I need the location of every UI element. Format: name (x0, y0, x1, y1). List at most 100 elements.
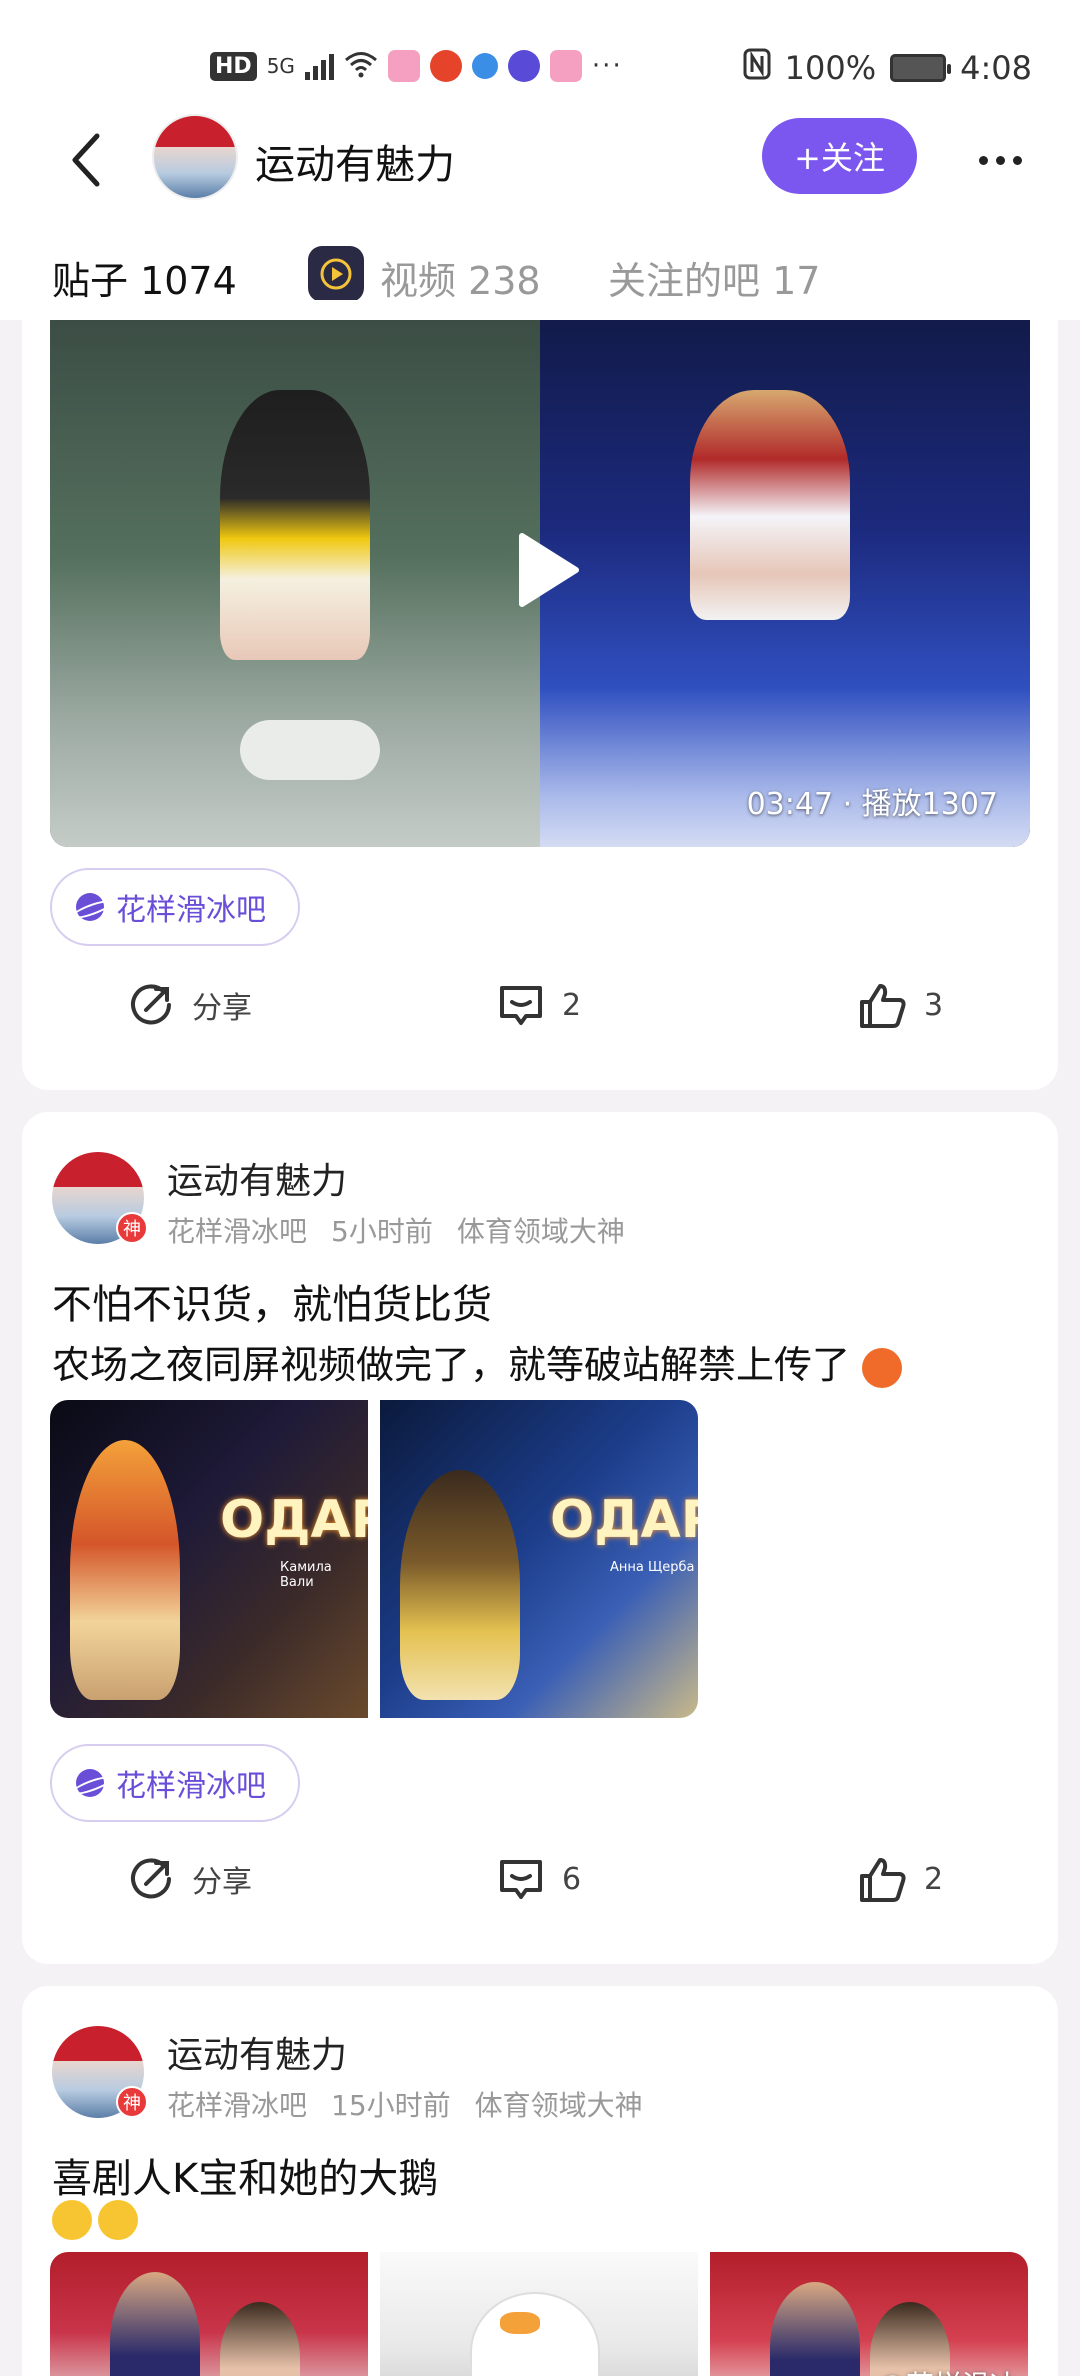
network-type: 5G (266, 54, 295, 78)
shy-emoji-icon (52, 2200, 92, 2240)
thumbs-up-icon (860, 984, 906, 1028)
person-figure (220, 2302, 300, 2376)
profile-avatar[interactable] (152, 114, 238, 200)
god-badge: 神 (116, 2086, 148, 2118)
clock: 4:08 (960, 49, 1032, 87)
post-meta: 花样滑冰吧 15小时前 体育领域大神 (167, 2084, 643, 2124)
dot (978, 155, 988, 165)
play-icon[interactable] (512, 530, 582, 610)
post-image-2[interactable] (380, 2252, 698, 2376)
bar-tag-label: 花样滑冰吧 (116, 1769, 266, 1804)
post-body-text: 农场之夜同屏视频做完了，就等破站解禁上传了 (52, 1343, 851, 1387)
post-title: 喜剧人K宝和她的大鹅 (52, 2156, 439, 2202)
share-button[interactable]: 分享 (126, 1854, 252, 1904)
post-title: 不怕不识货，就怕货比货 (52, 1282, 492, 1328)
poster-word: ОДАР (220, 1490, 368, 1550)
profile-name: 运动有魅力 (255, 142, 455, 188)
hd-icon: HD (210, 51, 257, 81)
post-image-2[interactable]: ОДАР Анна Щерба (380, 1400, 698, 1718)
dot (1012, 155, 1022, 165)
author-name[interactable]: 运动有魅力 (167, 2026, 347, 2078)
like-button[interactable]: 2 (858, 1854, 943, 1904)
poster-word: ОДАР (550, 1490, 698, 1550)
like-count: 3 (924, 987, 944, 1023)
tab-posts[interactable]: 贴子 1074 (52, 250, 237, 305)
wifi-icon (344, 50, 378, 82)
person-figure (110, 2272, 200, 2376)
post-bar-name[interactable]: 花样滑冰吧 (167, 1210, 307, 1250)
post-emojis (52, 2200, 144, 2244)
god-badge: 神 (116, 1212, 148, 1244)
video-frame-left (50, 320, 540, 847)
tieba-app-icon (507, 50, 540, 82)
bar-tag[interactable]: 花样滑冰吧 (50, 868, 300, 946)
dancer-figure (70, 1440, 180, 1700)
comment-button[interactable]: 2 (496, 980, 581, 1030)
comment-button[interactable]: 6 (496, 1854, 581, 1904)
share-label: 分享 (192, 1865, 252, 1900)
post-image-1[interactable]: ОДАР Камила Вали (50, 1400, 368, 1718)
post-body: 农场之夜同屏视频做完了，就等破站解禁上传了 (52, 1334, 903, 1389)
browser-app-icon (471, 53, 498, 79)
ice-reflection (240, 720, 380, 780)
video-tab-icon (308, 246, 364, 302)
comment-count: 2 (562, 987, 582, 1023)
chevron-left-icon (72, 133, 100, 187)
follow-button[interactable]: +关注 (762, 118, 917, 194)
more-notifications-icon: ··· (591, 51, 623, 81)
battery-icon (890, 54, 952, 82)
like-count: 2 (924, 1861, 944, 1897)
post-image-1[interactable] (50, 2252, 368, 2376)
watermark: @花样滑冰 (878, 2364, 1018, 2376)
thumbs-up-icon (860, 1858, 906, 1902)
poster-subtitle: Анна Щерба (610, 1560, 695, 1575)
status-left-icons: HD 5G ··· (210, 50, 623, 82)
status-right-icons: 100% 4:08 (743, 48, 1032, 88)
bar-tag-label: 花样滑冰吧 (116, 893, 266, 928)
weibo-app-icon (429, 50, 462, 82)
tab-videos[interactable]: 视频 238 (380, 250, 541, 305)
author-rank: 体育领域大神 (456, 1215, 625, 1248)
person-figure (770, 2282, 860, 2376)
bar-tag[interactable]: 花样滑冰吧 (50, 1744, 300, 1822)
post-card[interactable]: 神 运动有魅力 花样滑冰吧 15小时前 体育领域大神 喜剧人K宝和她的大鹅 @花… (22, 1986, 1058, 2376)
dot (995, 155, 1005, 165)
video-frame-right (540, 320, 1030, 847)
video-thumbnail[interactable]: 03:47 · 播放1307 (50, 320, 1030, 847)
status-bar: HD 5G ··· 100% 4:08 (0, 0, 1080, 100)
post-image-3[interactable]: @花样滑冰 (710, 2252, 1028, 2376)
post-time: 5小时前 (331, 1215, 433, 1248)
nfc-icon (743, 48, 771, 88)
goose-beak (500, 2312, 540, 2334)
battery-percent: 100% (784, 49, 877, 87)
angry-emoji-icon (862, 1347, 903, 1388)
skater-figure (220, 390, 370, 660)
author-rank: 体育领域大神 (474, 2089, 643, 2122)
bilibili-app-icon-2 (549, 50, 582, 82)
share-icon (131, 984, 171, 1025)
tab-followed-bars[interactable]: 关注的吧 17 (608, 250, 820, 305)
video-duration-plays: 03:47 · 播放1307 (746, 787, 998, 822)
author-name[interactable]: 运动有魅力 (167, 1152, 347, 1204)
post-card[interactable]: 神 运动有魅力 花样滑冰吧 5小时前 体育领域大神 不怕不识货，就怕货比货 农场… (22, 1112, 1058, 1964)
comment-icon (500, 1860, 542, 1899)
profile-header: 运动有魅力 +关注 (0, 100, 1080, 220)
like-button[interactable]: 3 (858, 980, 943, 1030)
share-button[interactable]: 分享 (126, 980, 252, 1030)
dancer-figure (400, 1470, 520, 1700)
planet-icon (76, 1769, 104, 1797)
signal-icon (304, 52, 334, 80)
shy-emoji-icon (98, 2200, 138, 2240)
post-card-video[interactable]: 03:47 · 播放1307 花样滑冰吧 分享 2 3 (22, 300, 1058, 1090)
back-button[interactable] (56, 128, 116, 192)
goose-figure (470, 2292, 600, 2376)
comment-icon (500, 986, 542, 1025)
comment-count: 6 (562, 1861, 582, 1897)
bilibili-app-icon (387, 50, 420, 82)
post-time: 15小时前 (331, 2089, 451, 2122)
post-bar-name[interactable]: 花样滑冰吧 (167, 2084, 307, 2124)
more-options-button[interactable] (970, 130, 1030, 190)
skater-figure-2 (690, 390, 850, 620)
planet-icon (76, 893, 104, 921)
share-icon (131, 1858, 171, 1899)
